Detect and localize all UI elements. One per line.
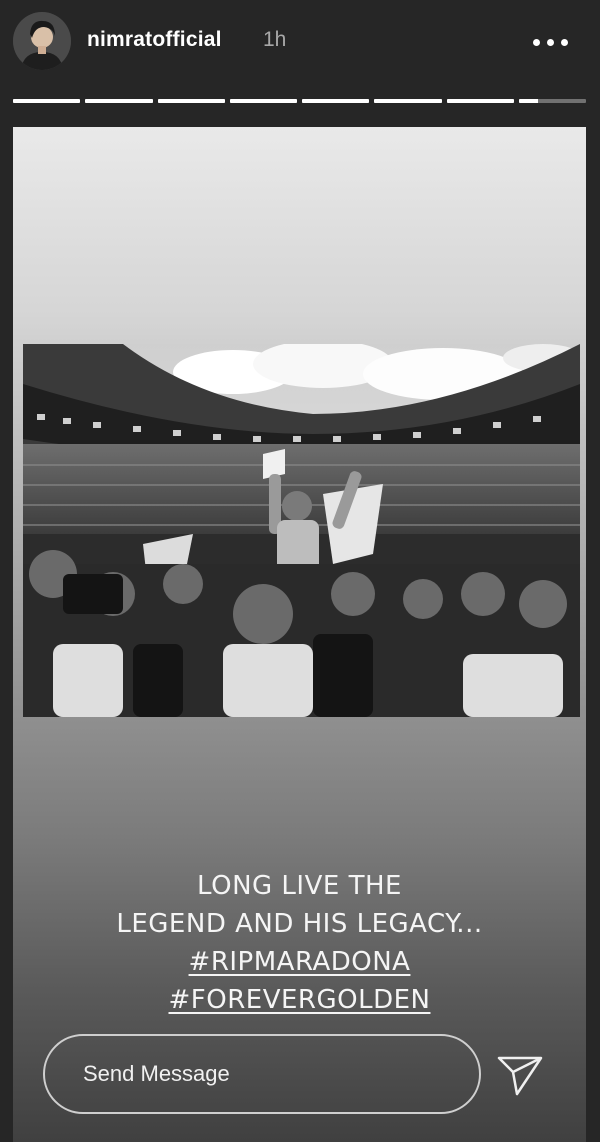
progress-segment — [302, 99, 370, 103]
progress-fill — [446, 99, 514, 103]
progress-fill — [13, 99, 81, 103]
send-message-placeholder: Send Message — [83, 1061, 230, 1086]
send-message-input[interactable]: Send Message — [43, 1034, 481, 1114]
progress-fill — [229, 99, 297, 103]
hashtag-ripmaradona[interactable]: #RIPMARADONA — [189, 947, 411, 977]
progress-fill — [374, 99, 442, 103]
user-avatar-icon[interactable] — [13, 12, 71, 70]
story-header: nimratofficial 1h — [0, 0, 600, 86]
progress-fill — [302, 99, 370, 103]
story-content[interactable]: LONG LIVE THE LEGEND AND HIS LEGACY... #… — [13, 127, 586, 1142]
more-options-icon[interactable] — [524, 30, 576, 54]
paper-plane-icon[interactable] — [495, 1050, 545, 1100]
progress-fill — [85, 99, 153, 103]
story-caption: LONG LIVE THE LEGEND AND HIS LEGACY... #… — [13, 867, 586, 1019]
post-time: 1h — [263, 28, 287, 51]
progress-segment — [374, 99, 442, 103]
story-progress-bar — [13, 99, 586, 103]
username[interactable]: nimratofficial — [87, 28, 222, 52]
progress-segment — [85, 99, 153, 103]
progress-segment — [229, 99, 297, 103]
progress-segment — [518, 99, 586, 103]
progress-segment — [446, 99, 514, 103]
progress-segment — [157, 99, 225, 103]
stadium-celebration-photo — [23, 344, 580, 717]
caption-line-1: LONG LIVE THE — [197, 871, 402, 901]
hashtag-forevergolden[interactable]: #FOREVERGOLDEN — [169, 985, 431, 1015]
progress-fill — [157, 99, 225, 103]
caption-line-2: LEGEND AND HIS LEGACY... — [116, 909, 483, 939]
progress-fill — [518, 99, 538, 103]
progress-segment — [13, 99, 81, 103]
